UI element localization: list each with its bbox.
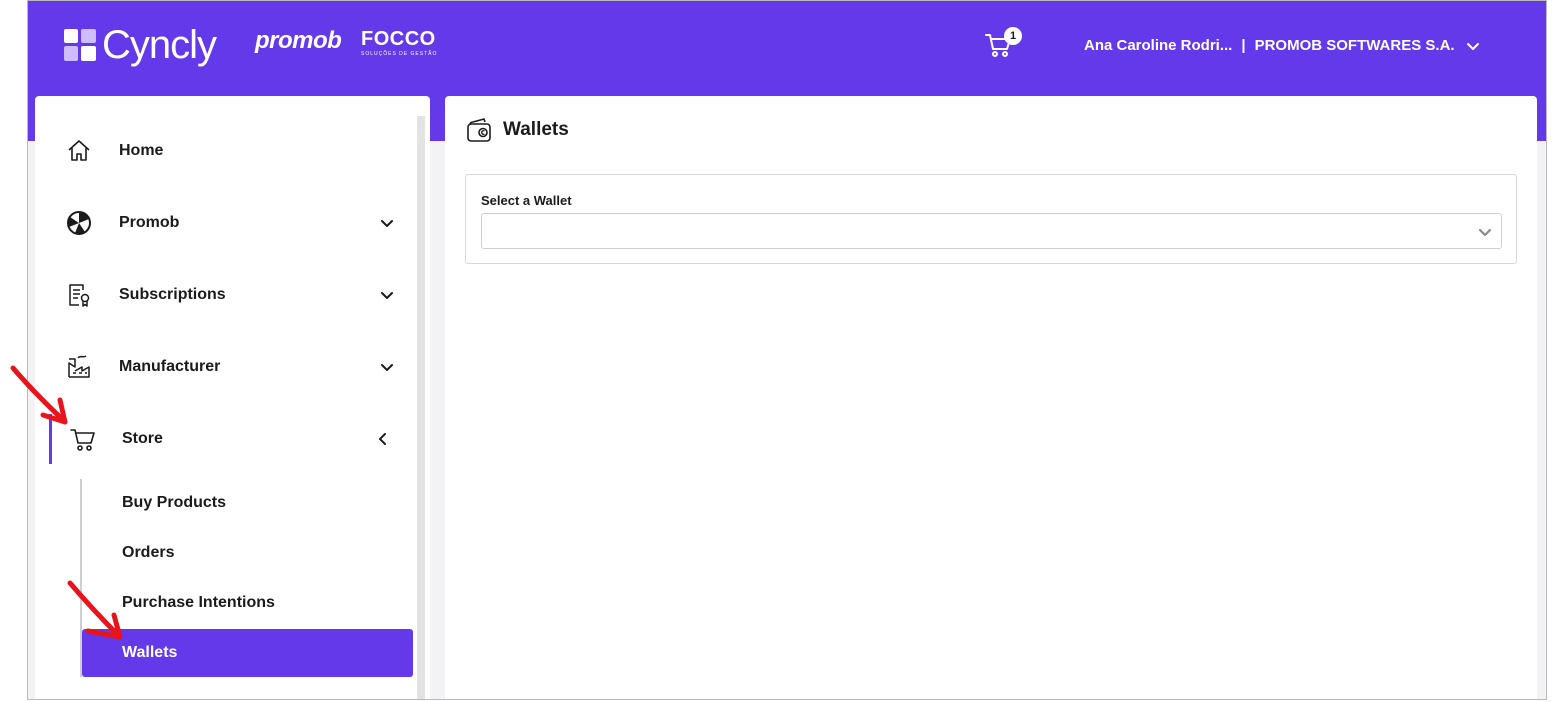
cart-count-badge: 1 bbox=[1004, 27, 1022, 45]
page-title: Wallets bbox=[465, 116, 569, 144]
user-name: Ana Caroline Rodri... bbox=[1084, 37, 1233, 54]
main-content: Wallets Select a Wallet bbox=[445, 96, 1537, 699]
sidebar-item-store[interactable]: Store bbox=[35, 414, 415, 464]
chevron-down-icon[interactable] bbox=[1465, 38, 1481, 54]
select-wallet-label: Select a Wallet bbox=[481, 193, 572, 208]
red-arrow-to-wallets bbox=[67, 580, 123, 640]
sidebar-item-label: Promob bbox=[119, 214, 180, 231]
chevron-down-icon[interactable] bbox=[379, 287, 395, 303]
user-separator: | bbox=[1241, 37, 1246, 54]
page-title-text: Wallets bbox=[503, 119, 569, 140]
chevron-down-icon[interactable] bbox=[379, 215, 395, 231]
promob-logo: promob bbox=[255, 27, 342, 54]
sidebar-subitem-buy-products[interactable]: Buy Products bbox=[82, 479, 413, 527]
wallet-select-panel: Select a Wallet bbox=[465, 174, 1517, 264]
focco-logo: FOCCO SOLUÇÕES DE GESTÃO bbox=[361, 29, 437, 57]
company-name: PROMOB SOFTWARES S.A. bbox=[1254, 37, 1455, 54]
sidebar-item-label: Home bbox=[119, 142, 164, 159]
sidebar-subitem-label: Wallets bbox=[122, 644, 178, 661]
sidebar-scrollbar[interactable] bbox=[417, 116, 425, 699]
sidebar-item-manufacturer[interactable]: Manufacturer bbox=[35, 342, 415, 392]
focco-logo-text: FOCCO bbox=[361, 28, 436, 50]
chevron-left-icon[interactable] bbox=[375, 431, 391, 447]
chevron-down-icon[interactable] bbox=[1477, 224, 1493, 240]
chevron-down-icon[interactable] bbox=[379, 359, 395, 375]
wallet-select[interactable] bbox=[481, 213, 1502, 249]
sidebar-item-label: Subscriptions bbox=[119, 286, 226, 303]
sidebar-subitem-label: Orders bbox=[122, 544, 175, 561]
sidebar-subitem-orders[interactable]: Orders bbox=[82, 529, 413, 577]
red-arrow-to-store bbox=[10, 365, 68, 425]
sidebar-item-subscriptions[interactable]: Subscriptions bbox=[35, 270, 415, 320]
focco-logo-subtext: SOLUÇÕES DE GESTÃO bbox=[361, 51, 438, 57]
sidebar-item-label: Store bbox=[122, 430, 163, 447]
cyncly-logo-text: Cyncly bbox=[102, 23, 217, 67]
cyncly-logo[interactable]: Cyncly bbox=[64, 17, 217, 73]
user-menu[interactable]: Ana Caroline Rodri... | PROMOB SOFTWARES… bbox=[1084, 37, 1481, 54]
sidebar-item-home[interactable]: Home bbox=[35, 126, 415, 176]
sidebar-subitem-label: Buy Products bbox=[122, 494, 227, 511]
sidebar-item-promob[interactable]: Promob bbox=[35, 198, 415, 248]
app-window: Cyncly promob FOCCO SOLUÇÕES DE GESTÃO 1… bbox=[27, 0, 1547, 700]
home-icon bbox=[68, 140, 90, 161]
sidebar-item-label: Manufacturer bbox=[119, 358, 221, 375]
subscriptions-icon bbox=[69, 284, 90, 307]
wallet-icon bbox=[467, 118, 491, 142]
cyncly-logo-mark bbox=[64, 29, 96, 61]
sidebar-subitem-label: Purchase Intentions bbox=[122, 594, 275, 611]
promob-icon bbox=[67, 211, 91, 235]
